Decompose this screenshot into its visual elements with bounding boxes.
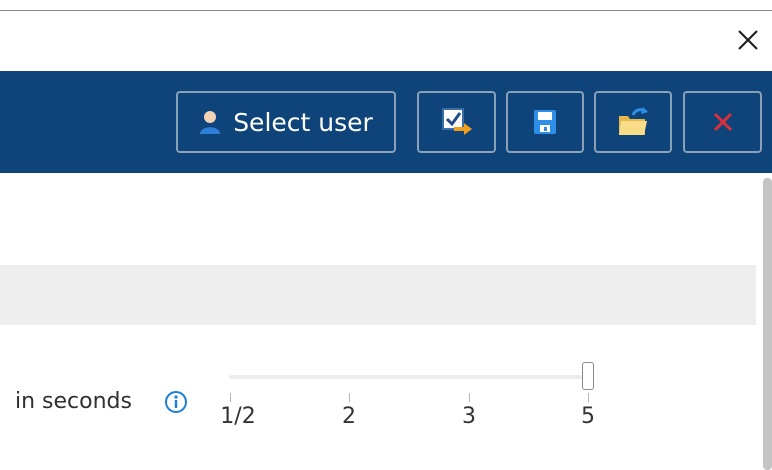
open-folder-icon — [617, 107, 649, 137]
save-icon — [532, 108, 558, 136]
close-window-button[interactable] — [734, 26, 762, 54]
export-icon — [440, 107, 474, 137]
user-icon — [199, 109, 221, 135]
export-button[interactable] — [417, 91, 496, 153]
slider-track[interactable] — [229, 375, 588, 379]
delete-icon — [712, 111, 734, 133]
slider-tick-label: 1/2 — [220, 404, 256, 429]
seconds-slider[interactable]: 1/2 2 3 5 — [220, 360, 599, 440]
top-divider — [0, 10, 772, 11]
delete-button[interactable] — [683, 91, 762, 153]
select-user-label: Select user — [233, 107, 373, 137]
setting-label: in seconds — [15, 389, 132, 414]
select-user-button[interactable]: Select user — [176, 91, 396, 153]
slider-tick — [469, 393, 470, 402]
slider-tick — [349, 393, 350, 402]
slider-tick — [588, 393, 589, 402]
slider-tick-label: 2 — [342, 404, 356, 429]
slider-tick — [230, 393, 231, 402]
vertical-scrollbar[interactable] — [763, 178, 772, 470]
slider-thumb[interactable] — [582, 362, 594, 390]
info-icon[interactable] — [164, 390, 188, 414]
save-button[interactable] — [506, 91, 584, 153]
close-icon — [734, 26, 762, 54]
slider-tick-label: 5 — [581, 404, 595, 429]
section-header-band — [0, 265, 756, 325]
slider-tick-label: 3 — [462, 404, 476, 429]
settings-dialog: Select user in seconds 1/2 2 3 5 — [0, 0, 772, 470]
open-button[interactable] — [594, 91, 672, 153]
toolbar: Select user — [0, 71, 772, 173]
